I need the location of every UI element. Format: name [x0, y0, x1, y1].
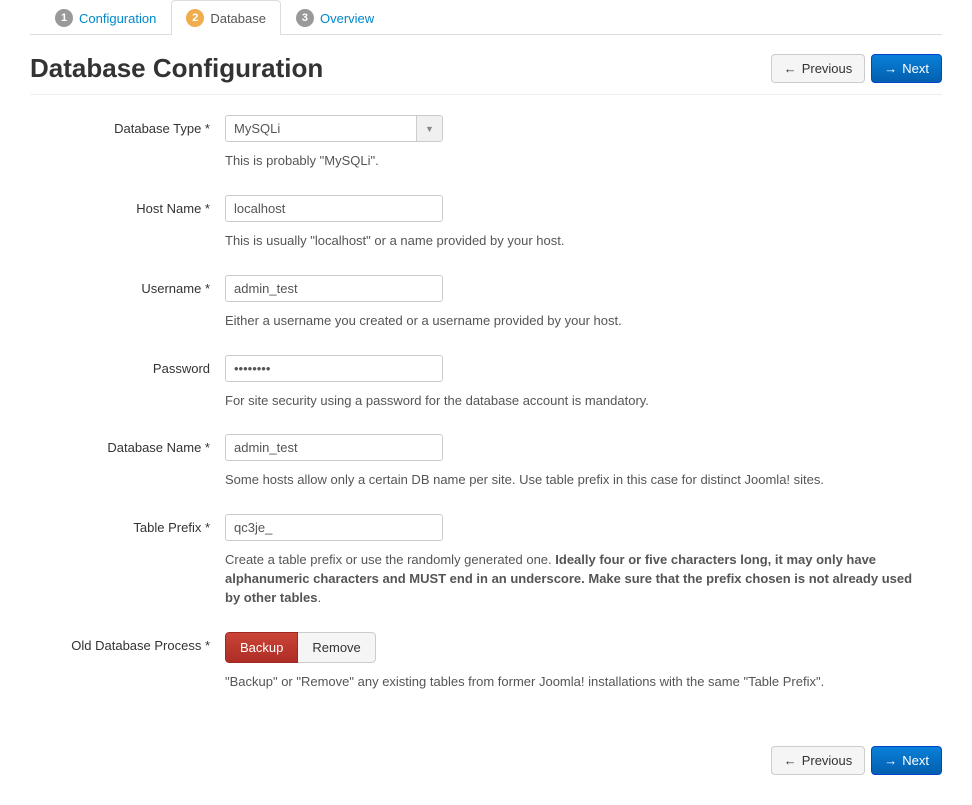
prefix-label: Table Prefix * — [30, 514, 225, 632]
password-help: For site security using a password for t… — [225, 392, 925, 411]
button-label: Next — [902, 753, 929, 768]
backup-button[interactable]: Backup — [225, 632, 298, 663]
db-type-label: Database Type * — [30, 115, 225, 195]
old-db-label: Old Database Process * — [30, 632, 225, 716]
wizard-tabs: 1 Configuration 2 Database 3 Overview — [30, 0, 942, 35]
tab-overview[interactable]: 3 Overview — [281, 0, 389, 35]
prefix-help: Create a table prefix or use the randoml… — [225, 551, 925, 608]
password-input[interactable] — [225, 355, 443, 382]
db-type-select[interactable]: MySQLi ▼ — [225, 115, 443, 142]
database-form: Database Type * MySQLi ▼ This is probabl… — [30, 115, 942, 716]
db-type-value: MySQLi — [226, 116, 416, 141]
arrow-left-icon: ← — [784, 753, 797, 768]
arrow-right-icon: → — [884, 61, 897, 76]
previous-button[interactable]: ← Previous — [771, 746, 866, 775]
db-type-help: This is probably "MySQLi". — [225, 152, 925, 171]
button-label: Next — [902, 61, 929, 76]
tab-database[interactable]: 2 Database — [171, 0, 281, 35]
tab-label: Overview — [320, 11, 374, 26]
nav-buttons-bottom: ← Previous → Next — [771, 746, 942, 775]
username-help: Either a username you created or a usern… — [225, 312, 925, 331]
db-name-label: Database Name * — [30, 434, 225, 514]
tab-badge: 1 — [55, 9, 73, 27]
password-label: Password — [30, 355, 225, 435]
tab-label: Database — [210, 11, 266, 26]
arrow-left-icon: ← — [784, 61, 797, 76]
tab-badge: 3 — [296, 9, 314, 27]
db-name-help: Some hosts allow only a certain DB name … — [225, 471, 925, 490]
username-label: Username * — [30, 275, 225, 355]
prefix-help-pre: Create a table prefix or use the randoml… — [225, 552, 555, 567]
next-button[interactable]: → Next — [871, 54, 942, 83]
old-db-toggle: Backup Remove — [225, 632, 376, 663]
remove-button[interactable]: Remove — [298, 632, 375, 663]
host-help: This is usually "localhost" or a name pr… — [225, 232, 925, 251]
previous-button[interactable]: ← Previous — [771, 54, 866, 83]
prefix-input[interactable] — [225, 514, 443, 541]
page-title: Database Configuration — [30, 53, 323, 84]
next-button[interactable]: → Next — [871, 746, 942, 775]
arrow-right-icon: → — [884, 753, 897, 768]
prefix-help-post: . — [317, 590, 321, 605]
button-label: Previous — [802, 61, 853, 76]
chevron-down-icon: ▼ — [416, 116, 442, 141]
host-input[interactable] — [225, 195, 443, 222]
username-input[interactable] — [225, 275, 443, 302]
tab-label: Configuration — [79, 11, 156, 26]
tab-configuration[interactable]: 1 Configuration — [40, 0, 171, 35]
host-label: Host Name * — [30, 195, 225, 275]
button-label: Previous — [802, 753, 853, 768]
nav-buttons-top: ← Previous → Next — [771, 54, 942, 83]
old-db-help: "Backup" or "Remove" any existing tables… — [225, 673, 925, 692]
db-name-input[interactable] — [225, 434, 443, 461]
tab-badge: 2 — [186, 9, 204, 27]
